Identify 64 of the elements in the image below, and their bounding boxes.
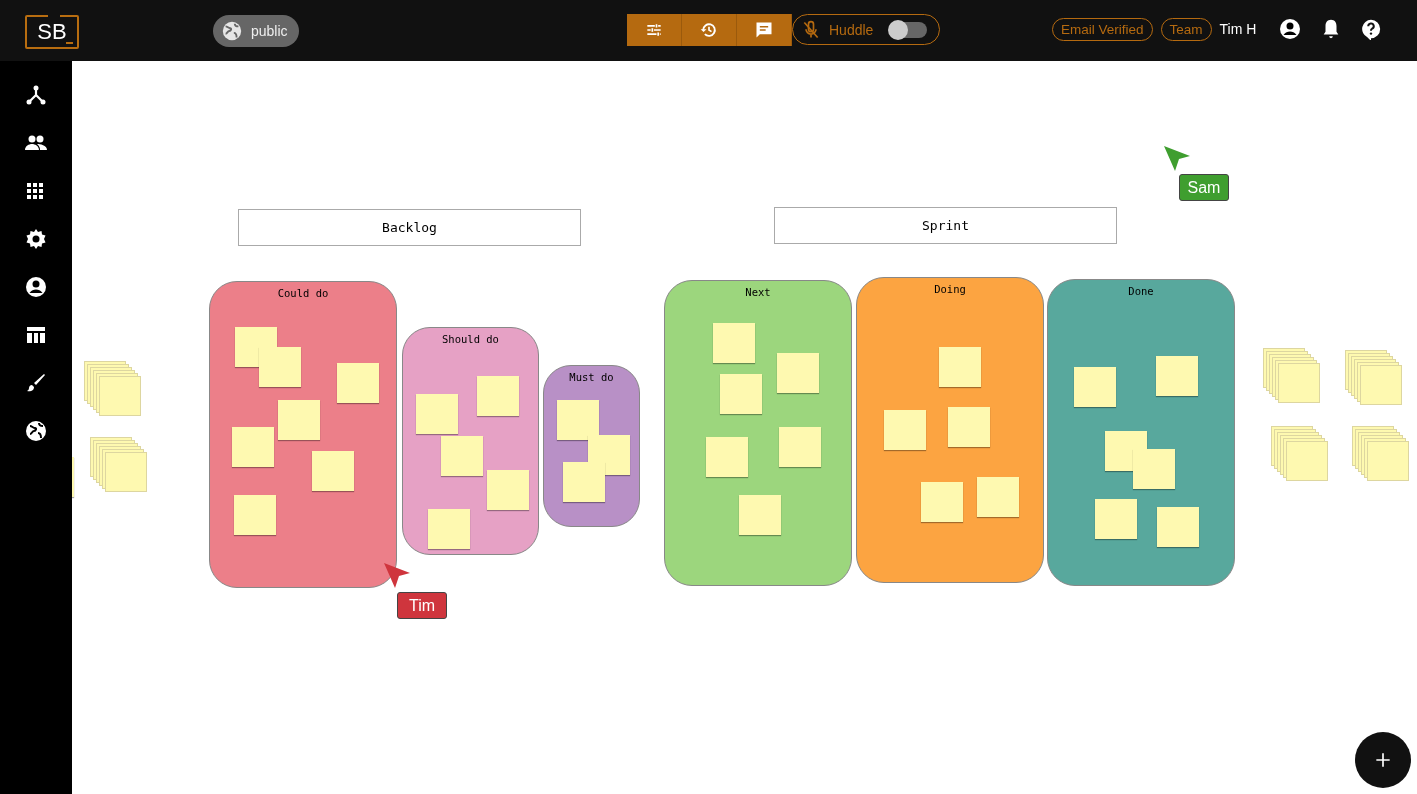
sticky-note[interactable] bbox=[713, 323, 755, 363]
lane-title: Doing bbox=[934, 283, 966, 296]
lane-title: Must do bbox=[569, 371, 614, 384]
cursor-name-tag: Sam bbox=[1179, 174, 1229, 201]
sticky-note[interactable] bbox=[921, 482, 963, 522]
sticky-note[interactable] bbox=[977, 477, 1019, 517]
section-title[interactable]: Backlog bbox=[238, 209, 581, 246]
sticky-note-stack[interactable] bbox=[1271, 426, 1331, 484]
settings-icon[interactable] bbox=[24, 227, 48, 251]
sticky-note[interactable] bbox=[337, 363, 379, 403]
sticky-note[interactable] bbox=[884, 410, 926, 450]
sticky-note[interactable] bbox=[232, 427, 274, 467]
user-name: Tim H bbox=[1219, 21, 1257, 37]
cursor-name-tag: Tim bbox=[397, 592, 447, 619]
sticky-note-stack[interactable] bbox=[1263, 348, 1323, 406]
section-title[interactable]: Sprint bbox=[774, 207, 1117, 244]
sticky-note[interactable] bbox=[706, 437, 748, 477]
sticky-note-stack[interactable] bbox=[1352, 426, 1412, 484]
logo[interactable]: SB bbox=[25, 14, 79, 49]
sticky-note[interactable] bbox=[428, 509, 470, 549]
settings-button[interactable] bbox=[627, 14, 682, 46]
lane-title: Done bbox=[1128, 285, 1154, 298]
history-icon bbox=[699, 20, 719, 40]
sticky-note[interactable] bbox=[312, 451, 354, 491]
sticky-note[interactable] bbox=[487, 470, 529, 510]
add-button[interactable] bbox=[1355, 732, 1411, 788]
sticky-note-stack[interactable] bbox=[90, 437, 150, 495]
sticky-note[interactable] bbox=[777, 353, 819, 393]
sticky-note[interactable] bbox=[441, 436, 483, 476]
sticky-note[interactable] bbox=[557, 400, 599, 440]
cursor-arrow-icon bbox=[1163, 145, 1191, 173]
globe-icon[interactable] bbox=[24, 419, 48, 443]
sticky-note-stack[interactable] bbox=[84, 361, 144, 419]
sticky-note[interactable] bbox=[563, 462, 605, 502]
lane-title: Could do bbox=[277, 287, 329, 300]
account-icon[interactable] bbox=[24, 275, 48, 299]
huddle-toggle[interactable] bbox=[889, 21, 928, 38]
chat-icon bbox=[754, 20, 774, 40]
sticky-note[interactable] bbox=[477, 376, 519, 416]
help-icon[interactable] bbox=[1360, 18, 1383, 40]
sticky-note[interactable] bbox=[779, 427, 821, 467]
sticky-note[interactable] bbox=[234, 495, 276, 535]
visibility-button[interactable]: public bbox=[213, 14, 299, 47]
sticky-note[interactable] bbox=[939, 347, 981, 387]
sticky-note[interactable] bbox=[1095, 499, 1137, 539]
lane-title: Should do bbox=[442, 333, 499, 346]
hierarchy-icon[interactable] bbox=[24, 83, 48, 107]
sticky-note[interactable] bbox=[1133, 449, 1175, 489]
sticky-note[interactable] bbox=[1156, 356, 1198, 396]
globe-icon bbox=[221, 19, 243, 42]
sticky-note[interactable] bbox=[1157, 507, 1199, 547]
lane-title: Next bbox=[745, 286, 771, 299]
cursor-arrow-icon bbox=[383, 562, 411, 590]
sticky-note[interactable] bbox=[259, 347, 301, 387]
sticky-note[interactable] bbox=[1074, 367, 1116, 407]
sticky-note-stack[interactable] bbox=[1345, 350, 1405, 408]
sticky-note[interactable] bbox=[416, 394, 458, 434]
sticky-note[interactable] bbox=[739, 495, 781, 535]
plus-icon bbox=[1373, 750, 1393, 770]
sticky-note[interactable] bbox=[720, 374, 762, 414]
sticky-note[interactable] bbox=[948, 407, 990, 447]
sticky-note[interactable] bbox=[278, 400, 320, 440]
whiteboard-canvas[interactable]: Backlog Sprint Could do Should do Must do Next Doing Done Sam Tim bbox=[72, 61, 1417, 794]
account-icon[interactable] bbox=[1278, 17, 1303, 41]
